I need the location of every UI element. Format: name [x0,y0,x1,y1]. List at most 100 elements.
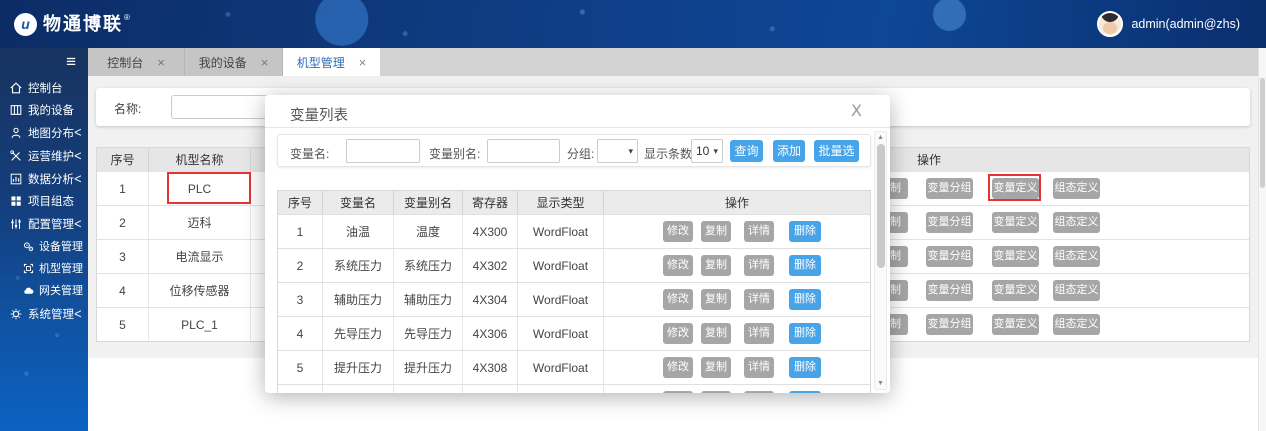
chevron-icon: < [74,217,82,231]
detail-button[interactable]: 详情 [744,391,774,393]
user-menu[interactable]: admin(admin@zhs) [1097,11,1266,37]
tab-model-manage[interactable]: 机型管理 × [283,48,380,76]
gears-icon [22,240,35,253]
variable-name-input[interactable] [346,139,420,163]
tab-close-icon[interactable]: × [157,55,165,70]
hamburger-menu-icon[interactable]: ≡ [66,52,76,72]
variable-table: 序号 变量名 变量别名 寄存器 显示类型 操作 1 油温 温度 4X300 Wo… [277,190,871,393]
copy-button[interactable]: 复制 [701,323,731,344]
sidebar-item-analytics[interactable]: 数据分析 < [0,168,88,190]
sidebar-item-model-manage[interactable]: 机型管理 [0,258,88,278]
detail-button[interactable]: 详情 [744,289,774,310]
group-select[interactable]: ▾ [597,139,638,163]
detail-button[interactable]: 详情 [744,221,774,242]
add-button[interactable]: 添加 [773,140,805,162]
query-button[interactable]: 查询 [730,140,763,162]
scada-define-button[interactable]: 组态定义 [1053,280,1100,301]
sidebar-item-gateway-manage[interactable]: 网关管理 [0,280,88,300]
delete-button[interactable]: 删除 [789,357,821,378]
variable-group-button[interactable]: 变量分组 [926,280,973,301]
tab-my-devices[interactable]: 我的设备 × [185,48,283,76]
sidebar-item-system[interactable]: 系统管理 < [0,303,88,325]
batch-select-button[interactable]: 批量选择 [814,140,859,162]
app-window: u 物通博联 ® admin(admin@zhs) ≡ 控制台 我的设备 地图分… [0,0,1266,431]
variable-group-button[interactable]: 变量分组 [926,246,973,267]
scada-define-button[interactable]: 组态定义 [1053,314,1100,335]
devices-icon [9,103,23,117]
variable-define-button[interactable]: 变量定义 [992,212,1039,233]
scada-define-button[interactable]: 组态定义 [1053,178,1100,199]
chevron-icon: < [74,149,82,163]
tab-bar: 控制台 × 我的设备 × 机型管理 × [88,48,1266,76]
sidebar-item-my-devices[interactable]: 我的设备 [0,99,88,121]
copy-button[interactable]: 复制 [701,221,731,242]
sidebar-item-device-manage[interactable]: 设备管理 [0,236,88,256]
edit-button[interactable]: 修改 [663,221,693,242]
sidebar-item-console[interactable]: 控制台 [0,77,88,99]
chevron-icon: < [74,126,82,140]
edit-button[interactable]: 修改 [663,323,693,344]
edit-button[interactable]: 修改 [663,391,693,393]
variable-name-label: 变量名: [290,145,329,162]
detail-button[interactable]: 详情 [744,357,774,378]
top-header: u 物通博联 ® admin(admin@zhs) [0,0,1266,48]
variable-table-header: 序号 变量名 变量别名 寄存器 显示类型 操作 [278,191,870,214]
detail-button[interactable]: 详情 [744,255,774,276]
map-pin-icon [9,126,23,140]
detail-button[interactable]: 详情 [744,323,774,344]
scada-define-button[interactable]: 组态定义 [1053,246,1100,267]
sidebar-item-project[interactable]: 项目组态 [0,190,88,212]
delete-button[interactable]: 删除 [789,323,821,344]
modal-filter-bar: 变量名: 变量别名: 分组: ▾ 显示条数: 10 ▾ 查询 添加 批量选择 [277,134,871,167]
copy-button[interactable]: 复制 [701,391,731,393]
sidebar-item-map[interactable]: 地图分布 < [0,122,88,144]
chevron-down-icon: ▾ [713,146,718,157]
avatar[interactable] [1097,11,1123,37]
variable-list-modal: 变量列表 X 变量名: 变量别名: 分组: ▾ 显示条数: 10 ▾ 查询 添加… [265,95,890,393]
modal-scrollbar: ▲ ▼ [874,131,887,390]
delete-button[interactable]: 删除 [789,289,821,310]
modal-scrollbar-thumb[interactable] [877,144,885,268]
name-filter-input[interactable] [171,95,268,119]
home-icon [9,81,23,95]
edit-button[interactable]: 修改 [663,255,693,276]
chart-icon [9,172,23,186]
variable-row: 4 先导压力 先导压力 4X306 WordFloat 修改 复制 详情 删除 [278,316,870,350]
variable-row: 5 提升压力 提升压力 4X308 WordFloat 修改 复制 详情 删除 [278,350,870,384]
scroll-up-icon[interactable]: ▲ [875,134,886,141]
variable-alias-input[interactable] [487,139,560,163]
page-scrollbar-thumb[interactable] [1260,78,1265,188]
delete-button[interactable]: 删除 [789,221,821,242]
tab-console[interactable]: 控制台 × [88,48,185,76]
variable-define-button[interactable]: 变量定义 [992,178,1039,199]
modal-header: 变量列表 X [265,95,890,128]
tab-close-icon[interactable]: × [359,55,367,70]
delete-button[interactable]: 删除 [789,391,821,393]
variable-alias-label: 变量别名: [429,145,480,162]
sidebar-item-maintenance[interactable]: 运营维护 < [0,145,88,167]
copy-button[interactable]: 复制 [701,357,731,378]
modal-close-icon[interactable]: X [851,101,862,120]
gear-icon [9,307,23,321]
copy-button[interactable]: 复制 [701,255,731,276]
tab-close-icon[interactable]: × [261,55,269,70]
edit-button[interactable]: 修改 [663,289,693,310]
edit-button[interactable]: 修改 [663,357,693,378]
brand-logo: u 物通博联 ® [0,12,130,37]
page-size-select[interactable]: 10 ▾ [691,139,723,163]
variable-row-partial: 修改 复制 详情 删除 [278,384,870,393]
variable-group-button[interactable]: 变量分组 [926,212,973,233]
sliders-icon [9,217,23,231]
frame-icon [22,262,35,275]
variable-group-button[interactable]: 变量分组 [926,314,973,335]
scada-define-button[interactable]: 组态定义 [1053,212,1100,233]
variable-define-button[interactable]: 变量定义 [992,314,1039,335]
variable-define-button[interactable]: 变量定义 [992,246,1039,267]
scroll-down-icon[interactable]: ▼ [875,380,886,387]
delete-button[interactable]: 删除 [789,255,821,276]
variable-define-button[interactable]: 变量定义 [992,280,1039,301]
page-scrollbar [1258,48,1266,431]
sidebar-item-config[interactable]: 配置管理 < [0,213,88,235]
copy-button[interactable]: 复制 [701,289,731,310]
variable-group-button[interactable]: 变量分组 [926,178,973,199]
